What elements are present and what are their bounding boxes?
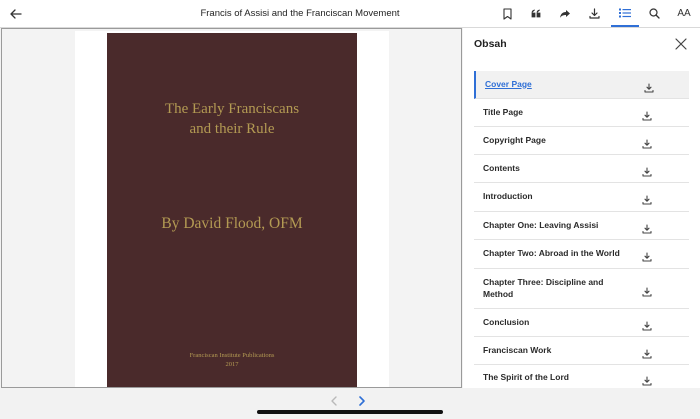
cover-publisher-name: Franciscan Institute Publications [189, 352, 275, 359]
bookmark-icon[interactable] [499, 0, 515, 27]
toc-item[interactable]: Chapter Two: Abroad in the World [474, 240, 689, 269]
chevron-right-icon[interactable] [356, 394, 368, 408]
cover-author: By David Flood, OFM [161, 215, 303, 232]
toc-item[interactable]: Conclusion [474, 309, 689, 337]
share-icon[interactable] [557, 0, 573, 27]
toc-heading: Obsah [474, 38, 507, 50]
search-icon[interactable] [646, 0, 662, 27]
toc-item[interactable]: Copyright Page [474, 127, 689, 155]
toc-item-label: Chapter One: Leaving Assisi [483, 219, 599, 230]
toc-item-label: Copyright Page [483, 134, 546, 145]
quote-icon[interactable] [528, 0, 544, 27]
toc-item-label: Cover Page [485, 78, 532, 89]
toc-item-label: Franciscan Work [483, 344, 552, 355]
toc-item[interactable]: Title Page [474, 99, 689, 127]
cover-year: 2017 [225, 361, 239, 368]
top-bar: Francis of Assisi and the Franciscan Mov… [0, 0, 700, 28]
toc-list: Cover Page Title Page Copyright Page Conten… [474, 71, 689, 391]
toc-panel: Obsah Cover Page Title Page Copyright Page… [463, 28, 700, 391]
cover-publisher: Franciscan Institute Publications 2017 [107, 351, 357, 369]
toc-item[interactable]: Chapter One: Leaving Assisi [474, 212, 689, 240]
bottom-nav [0, 388, 700, 419]
download-icon[interactable] [642, 108, 652, 121]
download-icon[interactable] [642, 164, 652, 177]
cover-title-line-2: and their Rule [189, 121, 275, 137]
toc-item[interactable]: Franciscan Work [474, 337, 689, 365]
download-icon[interactable] [642, 346, 652, 359]
book-title: Francis of Assisi and the Franciscan Mov… [200, 8, 400, 19]
download-icon[interactable] [644, 80, 654, 93]
book-cover: The Early Franciscans and their Rule By … [107, 33, 357, 387]
toc-item[interactable]: Cover Page [474, 71, 689, 99]
book-page: The Early Franciscans and their Rule By … [75, 31, 389, 387]
text-size-icon[interactable]: AA [674, 0, 694, 27]
back-arrow-icon[interactable] [6, 0, 26, 27]
chevron-left-icon[interactable] [328, 394, 340, 408]
toc-item-label: The Spirit of the Lord [483, 371, 569, 382]
toc-item-label: Contents [483, 162, 520, 173]
download-icon[interactable] [642, 284, 652, 297]
download-icon[interactable] [642, 373, 652, 386]
toc-item[interactable]: Contents [474, 155, 689, 183]
toc-item-label: Chapter Two: Abroad in the World [483, 248, 620, 259]
toc-item-label: Chapter Three: Discipline and Method [483, 277, 604, 299]
download-icon[interactable] [586, 0, 602, 27]
home-indicator [257, 410, 443, 414]
toc-item-label: Introduction [483, 191, 533, 202]
close-icon[interactable] [674, 37, 688, 51]
download-icon[interactable] [642, 318, 652, 331]
toc-item[interactable]: Introduction [474, 183, 689, 212]
cover-title-line-1: The Early Franciscans [164, 101, 300, 117]
cover-title: The Early Franciscans and their Rule [107, 99, 357, 139]
toc-item-label: Title Page [483, 106, 523, 117]
toc-list-icon[interactable] [611, 0, 639, 27]
toc-item-label: Conclusion [483, 316, 530, 327]
download-icon[interactable] [642, 221, 652, 234]
toc-item[interactable]: Chapter Three: Discipline and Method [474, 269, 689, 309]
download-icon[interactable] [642, 136, 652, 149]
download-icon[interactable] [642, 192, 652, 205]
book-viewer[interactable]: The Early Franciscans and their Rule By … [1, 28, 462, 388]
download-icon[interactable] [642, 249, 652, 262]
